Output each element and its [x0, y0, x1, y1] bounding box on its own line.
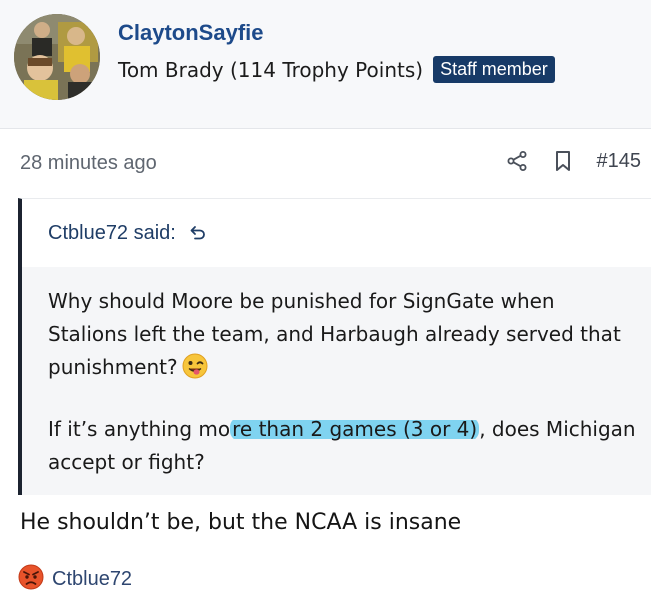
quote-paragraph-2-start: If it’s anything mo: [48, 417, 231, 441]
staff-member-badge: Staff member: [433, 56, 555, 83]
quote-block: Ctblue72 said: Why should Moore be punis…: [18, 198, 651, 495]
jump-to-quote-icon[interactable]: [186, 221, 210, 245]
reaction-bar: Ctblue72: [18, 564, 132, 594]
highlighted-text: re than 2 games (3 or 4): [230, 417, 480, 441]
quote-body: Why should Moore be punished for SignGat…: [22, 267, 651, 495]
quote-attribution: Ctblue72 said:: [48, 221, 210, 245]
share-icon[interactable]: [505, 149, 529, 173]
post-timestamp[interactable]: 28 minutes ago: [20, 152, 157, 175]
forum-post: ClaytonSayfie Tom Brady (114 Trophy Poin…: [0, 0, 651, 602]
post-actions: #145: [505, 149, 642, 173]
user-avatar[interactable]: [14, 14, 100, 100]
username-link[interactable]: ClaytonSayfie: [118, 20, 264, 46]
user-title: Tom Brady (114 Trophy Points): [118, 57, 424, 82]
bookmark-icon[interactable]: [551, 149, 575, 173]
post-reply-text: He shouldn’t be, but the NCAA is insane: [20, 510, 462, 535]
reaction-users-link[interactable]: Ctblue72: [52, 568, 132, 591]
post-meta-row: 28 minutes ago #145: [0, 129, 651, 197]
quote-text: Why should Moore be punished for SignGat…: [48, 285, 638, 479]
quote-author-link[interactable]: Ctblue72 said:: [48, 222, 176, 245]
quote-header: Ctblue72 said:: [22, 199, 651, 267]
quote-paragraph-1: Why should Moore be punished for SignGat…: [48, 285, 638, 389]
post-number-link[interactable]: #145: [597, 150, 642, 173]
angry-face-emoji[interactable]: [18, 564, 44, 594]
quote-paragraph-2: If it’s anything mo re than 2 games (3 or…: [48, 413, 638, 479]
winking-tongue-emoji: [182, 353, 208, 389]
quote-paragraph-1-text: Why should Moore be punished for SignGat…: [48, 289, 621, 379]
post-user-header: ClaytonSayfie Tom Brady (114 Trophy Poin…: [0, 0, 651, 129]
user-title-row: Tom Brady (114 Trophy Points) Staff memb…: [118, 56, 555, 83]
